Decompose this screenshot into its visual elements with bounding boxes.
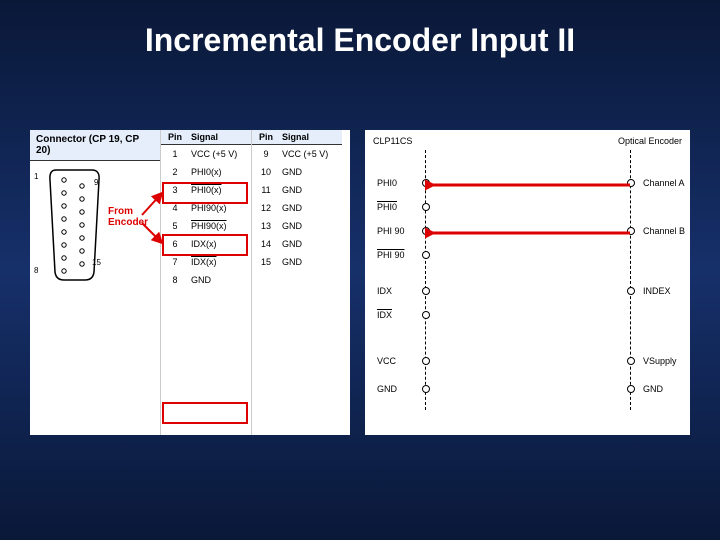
- table-row: 5PHI90(x): [161, 217, 251, 235]
- pin-label-9: 9: [94, 178, 98, 187]
- highlight-pin8: [162, 402, 248, 424]
- left-signal-label: GND: [377, 384, 397, 394]
- left-signal-label: VCC: [377, 356, 396, 366]
- table-row: 15GND: [252, 253, 342, 271]
- table-row: 8GND: [161, 271, 251, 289]
- connector-header: Connector (CP 19, CP 20): [30, 130, 160, 161]
- highlight-pin2: [162, 182, 248, 204]
- table-row: 13GND: [252, 217, 342, 235]
- signal-header: Signal: [280, 132, 342, 142]
- wiring-diagram-panel: CLP11CS Optical Encoder PHI0PHI0PHI 90PH…: [365, 130, 690, 435]
- page-title: Incremental Encoder Input II: [0, 22, 720, 59]
- pin-header: Pin: [252, 132, 280, 142]
- right-signal-label: VSupply: [643, 356, 677, 366]
- right-signal-label: GND: [643, 384, 663, 394]
- table-row: 14GND: [252, 235, 342, 253]
- connection-arrows: [425, 130, 635, 430]
- pin-header: Pin: [161, 132, 189, 142]
- pin-label-8: 8: [34, 266, 38, 275]
- signal-header: Signal: [189, 132, 251, 142]
- highlight-pin4: [162, 234, 248, 256]
- col-a-header: Pin Signal: [161, 130, 251, 145]
- right-signal-label: INDEX: [643, 286, 671, 296]
- table-row: 12GND: [252, 199, 342, 217]
- left-signal-label: PHI0: [377, 202, 397, 212]
- pin-label-1: 1: [34, 172, 38, 181]
- right-signal-label: Channel A: [643, 178, 685, 188]
- left-signal-label: IDX: [377, 286, 392, 296]
- pin-label-15: 15: [92, 258, 101, 267]
- pinout-table-panel: Connector (CP 19, CP 20): [30, 130, 350, 435]
- clp-title: CLP11CS: [373, 136, 412, 146]
- left-signal-label: PHI0: [377, 178, 397, 188]
- db15-connector-icon: 1 9 8 15: [42, 166, 104, 284]
- right-signal-label: Channel B: [643, 226, 685, 236]
- table-row: 2PHI0(x): [161, 163, 251, 181]
- left-signal-label: PHI 90: [377, 250, 405, 260]
- left-signal-label: IDX: [377, 310, 392, 320]
- left-signal-label: PHI 90: [377, 226, 405, 236]
- red-arrows-icon: [140, 185, 170, 255]
- table-row: 10GND: [252, 163, 342, 181]
- table-row: 1VCC (+5 V): [161, 145, 251, 163]
- col-b-header: Pin Signal: [252, 130, 342, 145]
- table-row: 11GND: [252, 181, 342, 199]
- table-row: 9VCC (+5 V): [252, 145, 342, 163]
